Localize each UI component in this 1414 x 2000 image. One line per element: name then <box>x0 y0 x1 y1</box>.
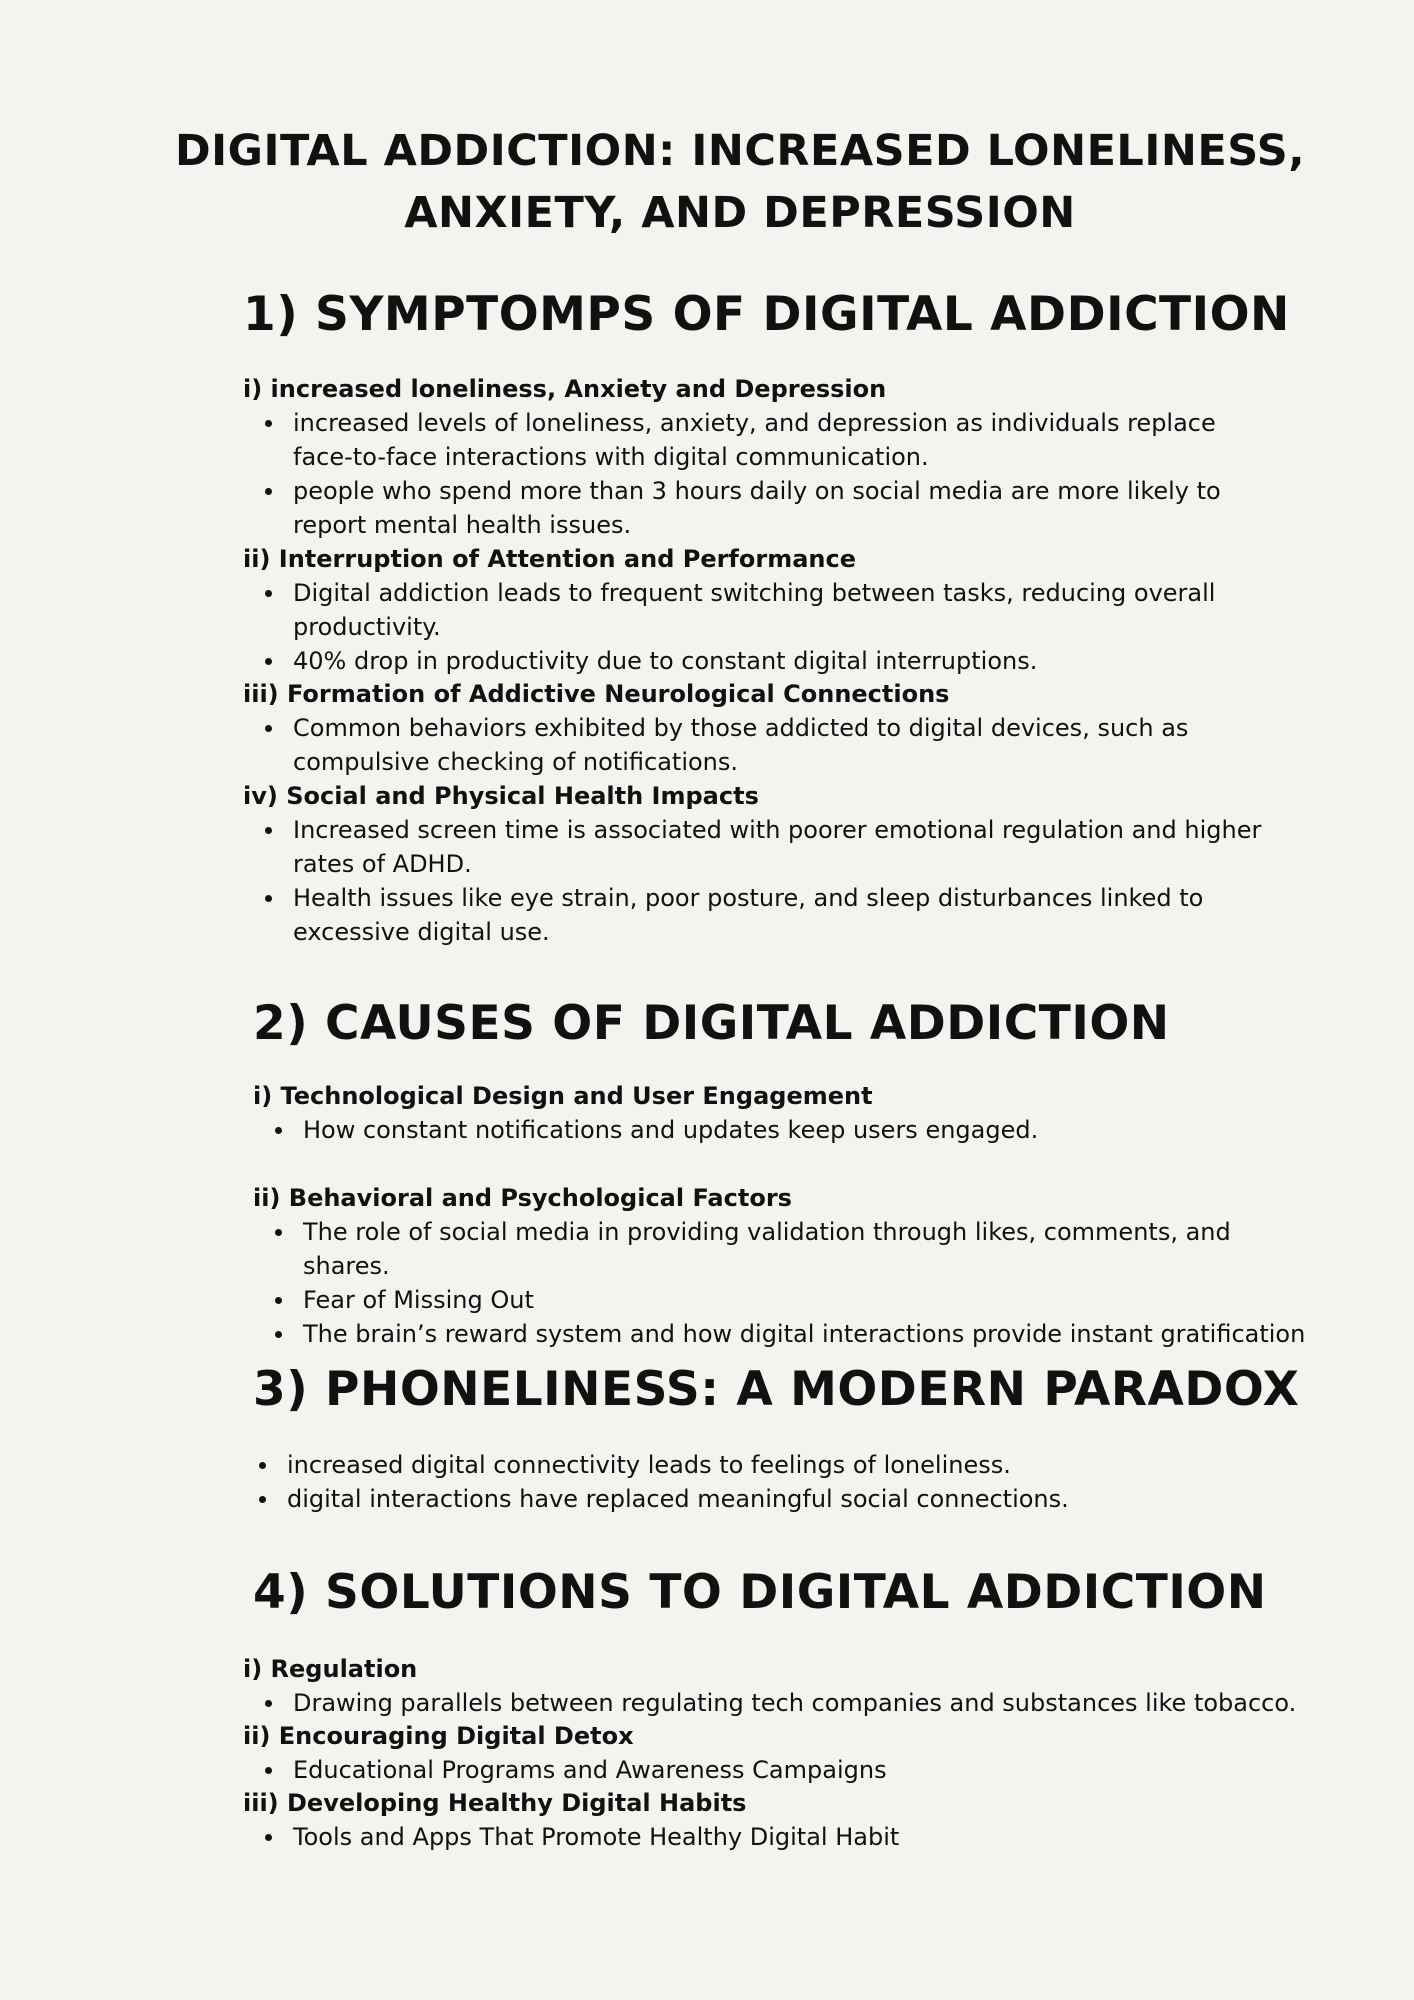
bullet-item: Drawing parallels between regulating tec… <box>243 1686 1303 1720</box>
bullet-item: The role of social media in providing va… <box>253 1215 1313 1283</box>
bullet-item: digital interactions have replaced meani… <box>237 1482 1297 1516</box>
bullet-list: The role of social media in providing va… <box>253 1215 1313 1351</box>
bullet-item: Digital addiction leads to frequent swit… <box>243 576 1283 644</box>
subsection-title: i) increased loneliness, Anxiety and Dep… <box>243 375 887 403</box>
bullet-list: How constant notifications and updates k… <box>253 1113 1293 1147</box>
bullet-list: increased levels of loneliness, anxiety,… <box>243 406 1283 542</box>
bullet-list: increased digital connectivity leads to … <box>237 1448 1297 1516</box>
subsection-title: iv) Social and Physical Health Impacts <box>243 782 759 810</box>
bullet-item: Health issues like eye strain, poor post… <box>243 881 1283 949</box>
subsection-title: ii) Behavioral and Psychological Factors <box>253 1184 792 1212</box>
bullet-item: Increased screen time is associated with… <box>243 813 1283 881</box>
document-page: DIGITAL ADDICTION: INCREASED LONELINESS,… <box>0 0 1414 2000</box>
section-heading-causes: 2) CAUSES OF DIGITAL ADDICTION <box>253 996 1170 1051</box>
document-title: DIGITAL ADDICTION: INCREASED LONELINESS,… <box>174 126 1306 238</box>
bullet-list: Digital addiction leads to frequent swit… <box>243 576 1283 678</box>
bullet-item: How constant notifications and updates k… <box>253 1113 1293 1147</box>
bullet-list: Tools and Apps That Promote Healthy Digi… <box>243 1820 1303 1854</box>
bullet-item: 40% drop in productivity due to constant… <box>243 644 1283 678</box>
bullet-item: Common behaviors exhibited by those addi… <box>243 711 1283 779</box>
bullet-item: increased digital connectivity leads to … <box>237 1448 1297 1482</box>
bullet-item: The brain’s reward system and how digita… <box>253 1317 1313 1351</box>
section-heading-symptoms: 1) SYMPTOMPS OF DIGITAL ADDICTION <box>243 287 1290 342</box>
bullet-item: increased levels of loneliness, anxiety,… <box>243 406 1283 474</box>
bullet-item: Tools and Apps That Promote Healthy Digi… <box>243 1820 1303 1854</box>
bullet-list: Common behaviors exhibited by those addi… <box>243 711 1283 779</box>
subsection-title: ii) Encouraging Digital Detox <box>243 1722 634 1750</box>
bullet-list: Drawing parallels between regulating tec… <box>243 1686 1303 1720</box>
subsection-title: iii) Formation of Addictive Neurological… <box>243 680 950 708</box>
bullet-item: people who spend more than 3 hours daily… <box>243 474 1283 542</box>
bullet-item: Educational Programs and Awareness Campa… <box>243 1753 1303 1787</box>
subsection-title: ii) Interruption of Attention and Perfor… <box>243 545 856 573</box>
subsection-title: i) Technological Design and User Engagem… <box>253 1082 873 1110</box>
subsection-title: iii) Developing Healthy Digital Habits <box>243 1789 747 1817</box>
bullet-list: Educational Programs and Awareness Campa… <box>243 1753 1303 1787</box>
section-heading-phoneliness: 3) PHONELINESS: A MODERN PARADOX <box>253 1362 1300 1417</box>
bullet-item: Fear of Missing Out <box>253 1283 1313 1317</box>
subsection-title: i) Regulation <box>243 1655 418 1683</box>
section-heading-solutions: 4) SOLUTIONS TO DIGITAL ADDICTION <box>253 1565 1267 1620</box>
bullet-list: Increased screen time is associated with… <box>243 813 1283 949</box>
